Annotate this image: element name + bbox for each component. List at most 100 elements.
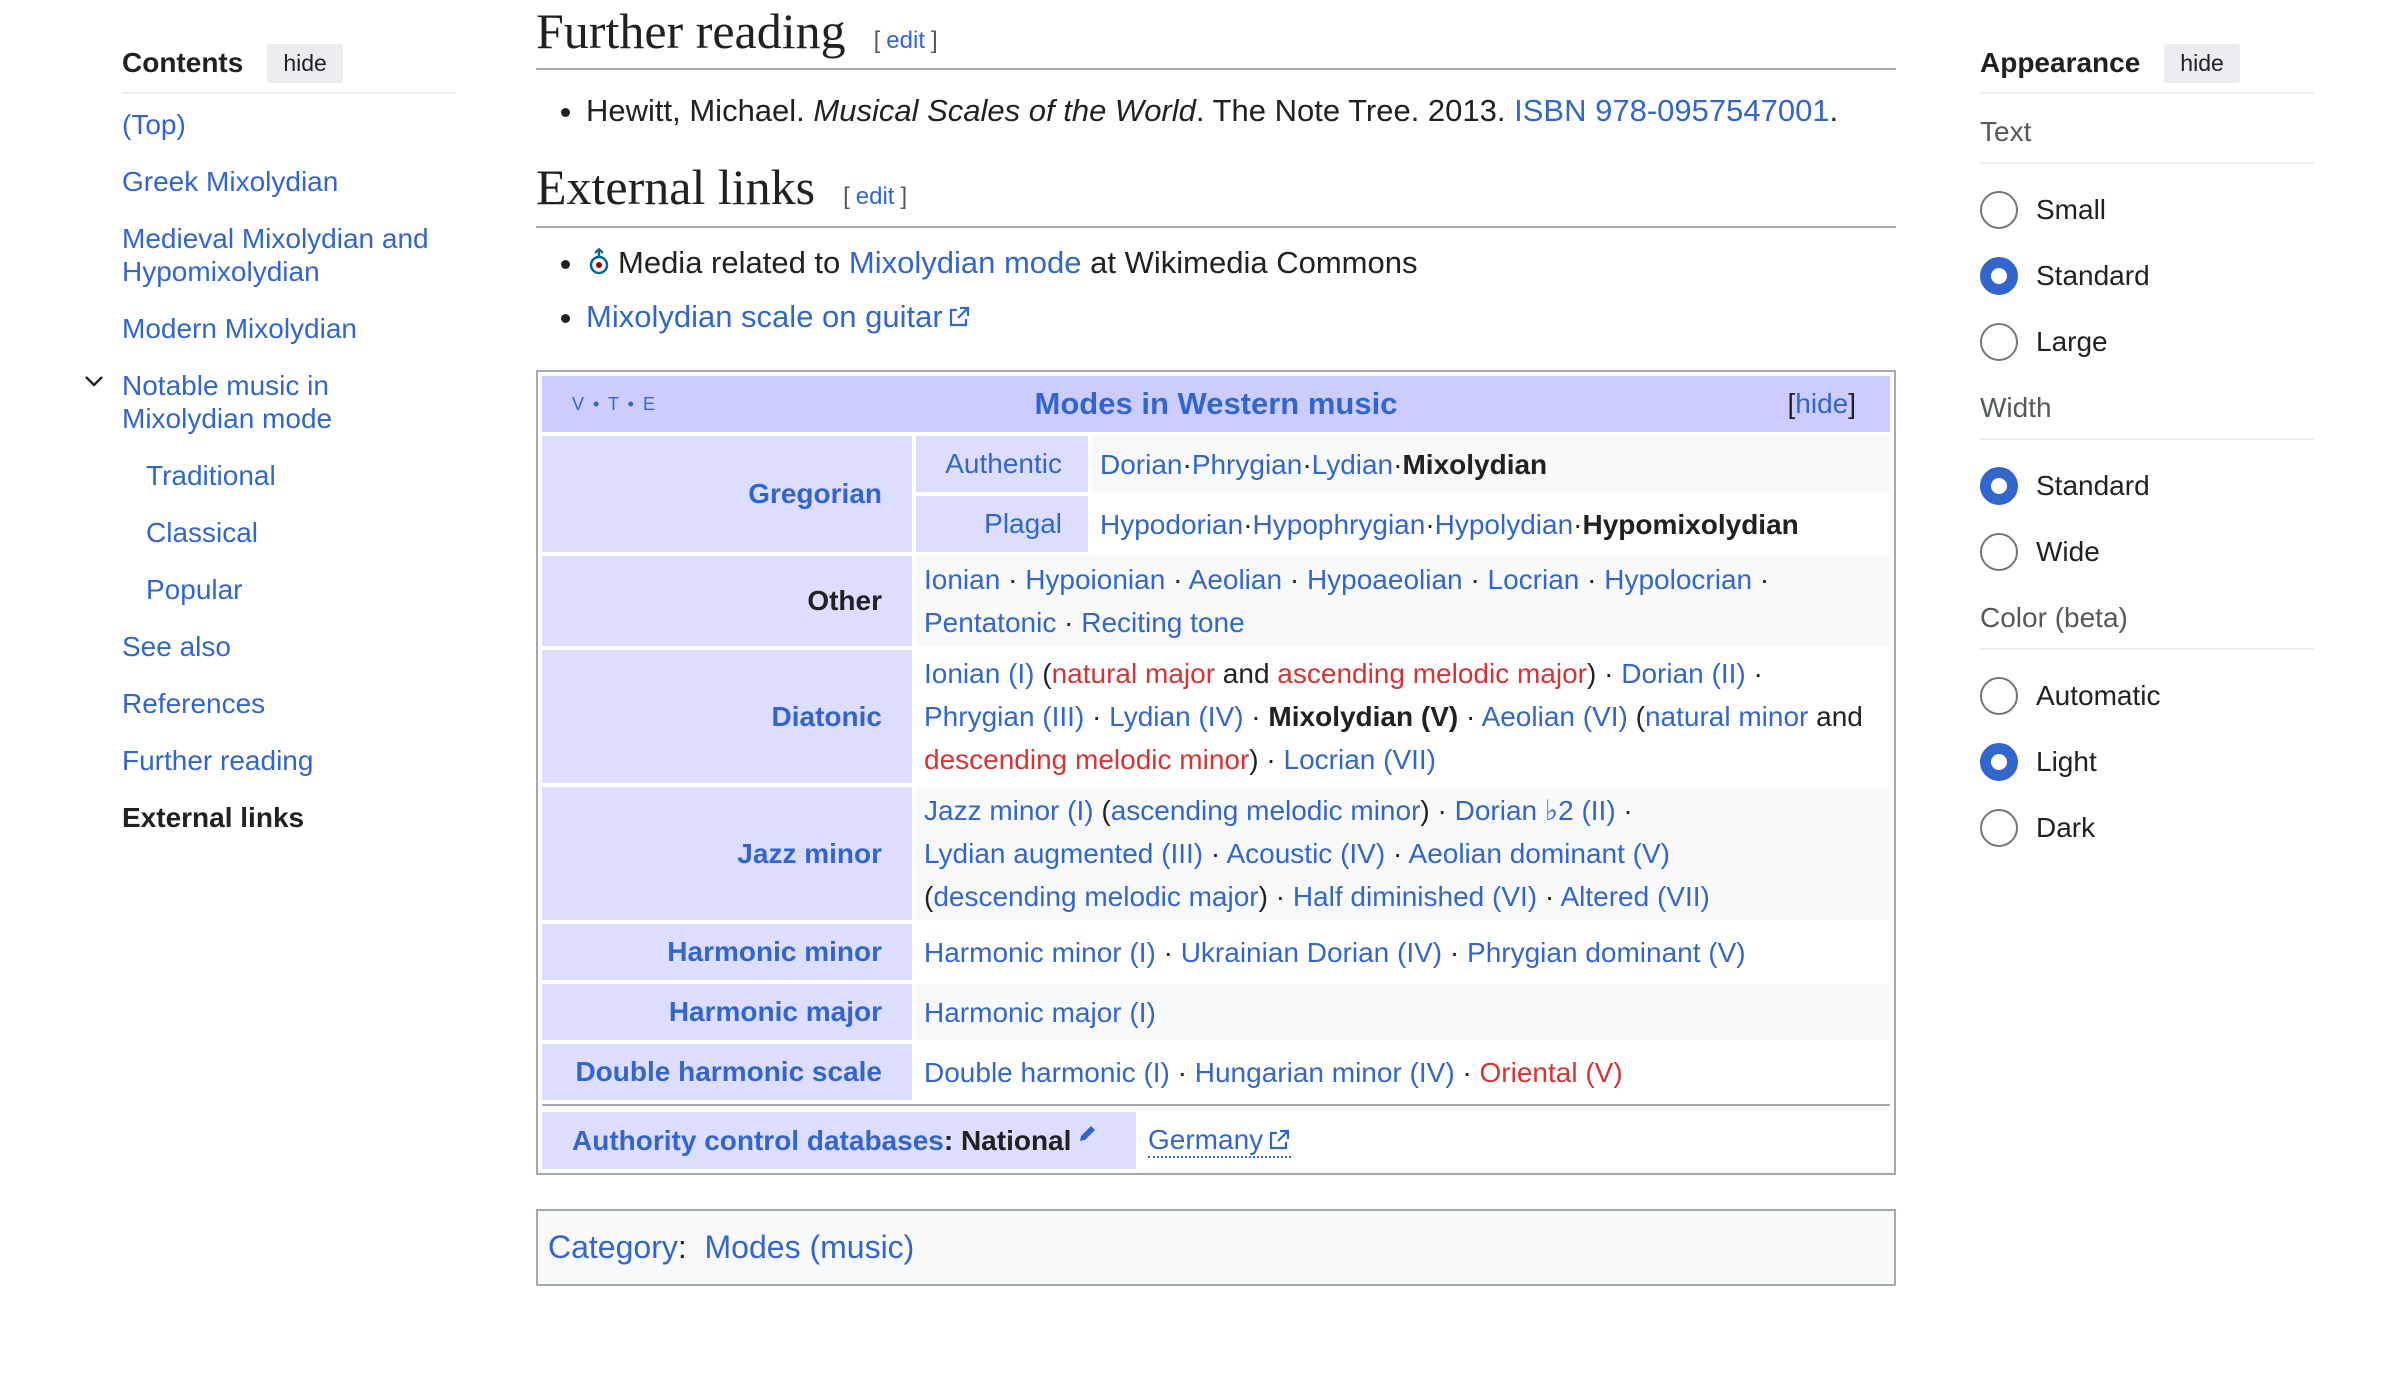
- category-colon: :: [677, 1229, 687, 1265]
- category-label-link[interactable]: Category: [548, 1229, 678, 1265]
- mode-link[interactable]: Pentatonic: [924, 607, 1056, 638]
- mode-link[interactable]: Acoustic (IV): [1226, 838, 1385, 869]
- authority-control-row: Authority control databases: National Ge…: [542, 1104, 1890, 1169]
- radio-text-large[interactable]: Large: [1980, 322, 2314, 362]
- mode-link[interactable]: Dorian: [1100, 443, 1182, 486]
- navbox-title[interactable]: Modes in Western music: [1035, 386, 1398, 422]
- radio-button[interactable]: [1980, 533, 2018, 571]
- germany-link[interactable]: Germany: [1148, 1124, 1263, 1156]
- mode-link[interactable]: Hypoionian: [1025, 564, 1165, 595]
- mode-link[interactable]: Hypoaeolian: [1307, 564, 1463, 595]
- redlink[interactable]: descending melodic minor: [924, 744, 1249, 775]
- pencil-icon[interactable]: [1077, 1124, 1097, 1144]
- mode-link[interactable]: Hungarian minor (IV): [1195, 1051, 1455, 1094]
- authority-control-link[interactable]: Authority control databases: [572, 1125, 944, 1156]
- radio-text-small[interactable]: Small: [1980, 190, 2314, 230]
- category-item-link[interactable]: Modes (music): [705, 1229, 915, 1265]
- redlink[interactable]: Oriental (V): [1480, 1051, 1623, 1094]
- toc-item-traditional[interactable]: Traditional: [122, 459, 456, 492]
- mode-link[interactable]: Dorian ♭2 (II): [1455, 795, 1616, 826]
- mode-link[interactable]: Phrygian (III): [924, 701, 1084, 732]
- subgroup-authentic[interactable]: Authentic: [916, 436, 1088, 492]
- citation-end: .: [1829, 93, 1839, 128]
- group-jazz-minor[interactable]: Jazz minor: [542, 787, 912, 920]
- toc-item-label: Notable music in Mixolydian mode: [122, 370, 333, 434]
- mode-link[interactable]: Locrian (VII): [1284, 744, 1437, 775]
- toc-item-medieval-mixolydian[interactable]: Medieval Mixolydian and Hypomixolydian: [122, 222, 456, 288]
- group-harmonic-minor[interactable]: Harmonic minor: [542, 924, 912, 980]
- mode-link[interactable]: Harmonic minor (I): [924, 931, 1156, 974]
- vte-links[interactable]: V • T • E: [572, 394, 657, 415]
- mode-link[interactable]: Altered (VII): [1560, 881, 1709, 912]
- radio-color-dark[interactable]: Dark: [1980, 808, 2314, 848]
- commons-link[interactable]: Mixolydian mode: [849, 245, 1082, 280]
- radio-button[interactable]: [1980, 677, 2018, 715]
- mode-link[interactable]: Lydian: [1312, 443, 1393, 486]
- toc-item-external-links[interactable]: External links: [122, 801, 456, 834]
- group-double-harmonic[interactable]: Double harmonic scale: [542, 1044, 912, 1100]
- list-item: Hewitt, Michael. Musical Scales of the W…: [586, 84, 1896, 138]
- chevron-down-icon[interactable]: [82, 369, 106, 393]
- toc-item-modern-mixolydian[interactable]: Modern Mixolydian: [122, 312, 456, 345]
- mode-link[interactable]: Lydian augmented (III): [924, 838, 1203, 869]
- group-harmonic-major[interactable]: Harmonic major: [542, 984, 912, 1040]
- group-diatonic[interactable]: Diatonic: [542, 650, 912, 783]
- mode-link[interactable]: Harmonic major (I): [924, 991, 1156, 1034]
- citation-author: Hewitt, Michael.: [586, 93, 814, 128]
- radio-button[interactable]: [1980, 257, 2018, 295]
- mode-link[interactable]: Ionian: [924, 564, 1000, 595]
- radio-button[interactable]: [1980, 743, 2018, 781]
- radio-button[interactable]: [1980, 191, 2018, 229]
- mode-link[interactable]: Aeolian (VI): [1482, 701, 1628, 732]
- mode-link[interactable]: Aeolian: [1189, 564, 1282, 595]
- mode-link[interactable]: Hypophrygian: [1253, 503, 1426, 546]
- radio-color-automatic[interactable]: Automatic: [1980, 676, 2314, 716]
- mode-link[interactable]: Hypolydian: [1435, 503, 1574, 546]
- radio-button[interactable]: [1980, 323, 2018, 361]
- mode-link[interactable]: Hypolocrian: [1604, 564, 1752, 595]
- mode-link[interactable]: Locrian: [1488, 564, 1580, 595]
- edit-link[interactable]: edit: [886, 27, 925, 54]
- mode-link[interactable]: Dorian (II): [1621, 658, 1745, 689]
- radio-color-light[interactable]: Light: [1980, 742, 2314, 782]
- toc-item-see-also[interactable]: See also: [122, 630, 456, 663]
- toc-item-top[interactable]: (Top): [122, 108, 456, 141]
- subgroup-plagal[interactable]: Plagal: [916, 496, 1088, 552]
- redlink[interactable]: natural major: [1052, 658, 1215, 689]
- hide-link[interactable]: hide: [1795, 388, 1848, 419]
- mode-link[interactable]: Jazz minor (I): [924, 795, 1094, 826]
- mode-link[interactable]: Lydian (IV): [1109, 701, 1243, 732]
- toc-item-notable-music[interactable]: Notable music in Mixolydian mode: [85, 369, 456, 435]
- radio-width-standard[interactable]: Standard: [1980, 466, 2314, 506]
- radio-width-wide[interactable]: Wide: [1980, 532, 2314, 572]
- mode-link[interactable]: Phrygian dominant (V): [1467, 931, 1746, 974]
- radio-button[interactable]: [1980, 809, 2018, 847]
- list-item: Media related to Mixolydian mode at Wiki…: [586, 236, 1896, 290]
- mode-link[interactable]: Aeolian dominant (V): [1409, 838, 1670, 869]
- mode-link[interactable]: Double harmonic (I): [924, 1051, 1170, 1094]
- toc-item-classical[interactable]: Classical: [122, 516, 456, 549]
- mode-link[interactable]: Ionian (I): [924, 658, 1035, 689]
- mode-link[interactable]: Half diminished (VI): [1293, 881, 1537, 912]
- radio-button[interactable]: [1980, 467, 2018, 505]
- mode-link[interactable]: natural minor: [1645, 701, 1808, 732]
- isbn-link[interactable]: ISBN 978-0957547001: [1514, 93, 1829, 128]
- navbox-hide-toggle[interactable]: [hide]: [1788, 388, 1857, 420]
- toc-item-references[interactable]: References: [122, 687, 456, 720]
- edit-link[interactable]: edit: [856, 183, 895, 210]
- radio-text-standard[interactable]: Standard: [1980, 256, 2314, 296]
- mode-link[interactable]: Reciting tone: [1081, 607, 1244, 638]
- appearance-hide-button[interactable]: hide: [2164, 43, 2240, 83]
- redlink[interactable]: ascending melodic major: [1277, 658, 1587, 689]
- group-gregorian[interactable]: Gregorian: [542, 436, 912, 552]
- mode-link[interactable]: Hypodorian: [1100, 503, 1243, 546]
- guitar-scale-link[interactable]: Mixolydian scale on guitar: [586, 299, 943, 334]
- toc-item-greek-mixolydian[interactable]: Greek Mixolydian: [122, 165, 456, 198]
- toc-hide-button[interactable]: hide: [267, 43, 343, 83]
- toc-item-popular[interactable]: Popular: [122, 573, 456, 606]
- mode-link[interactable]: ascending melodic minor: [1111, 795, 1421, 826]
- toc-item-further-reading[interactable]: Further reading: [122, 744, 456, 777]
- mode-link[interactable]: descending melodic major: [933, 881, 1258, 912]
- mode-link[interactable]: Ukrainian Dorian (IV): [1181, 931, 1442, 974]
- mode-link[interactable]: Phrygian: [1192, 443, 1303, 486]
